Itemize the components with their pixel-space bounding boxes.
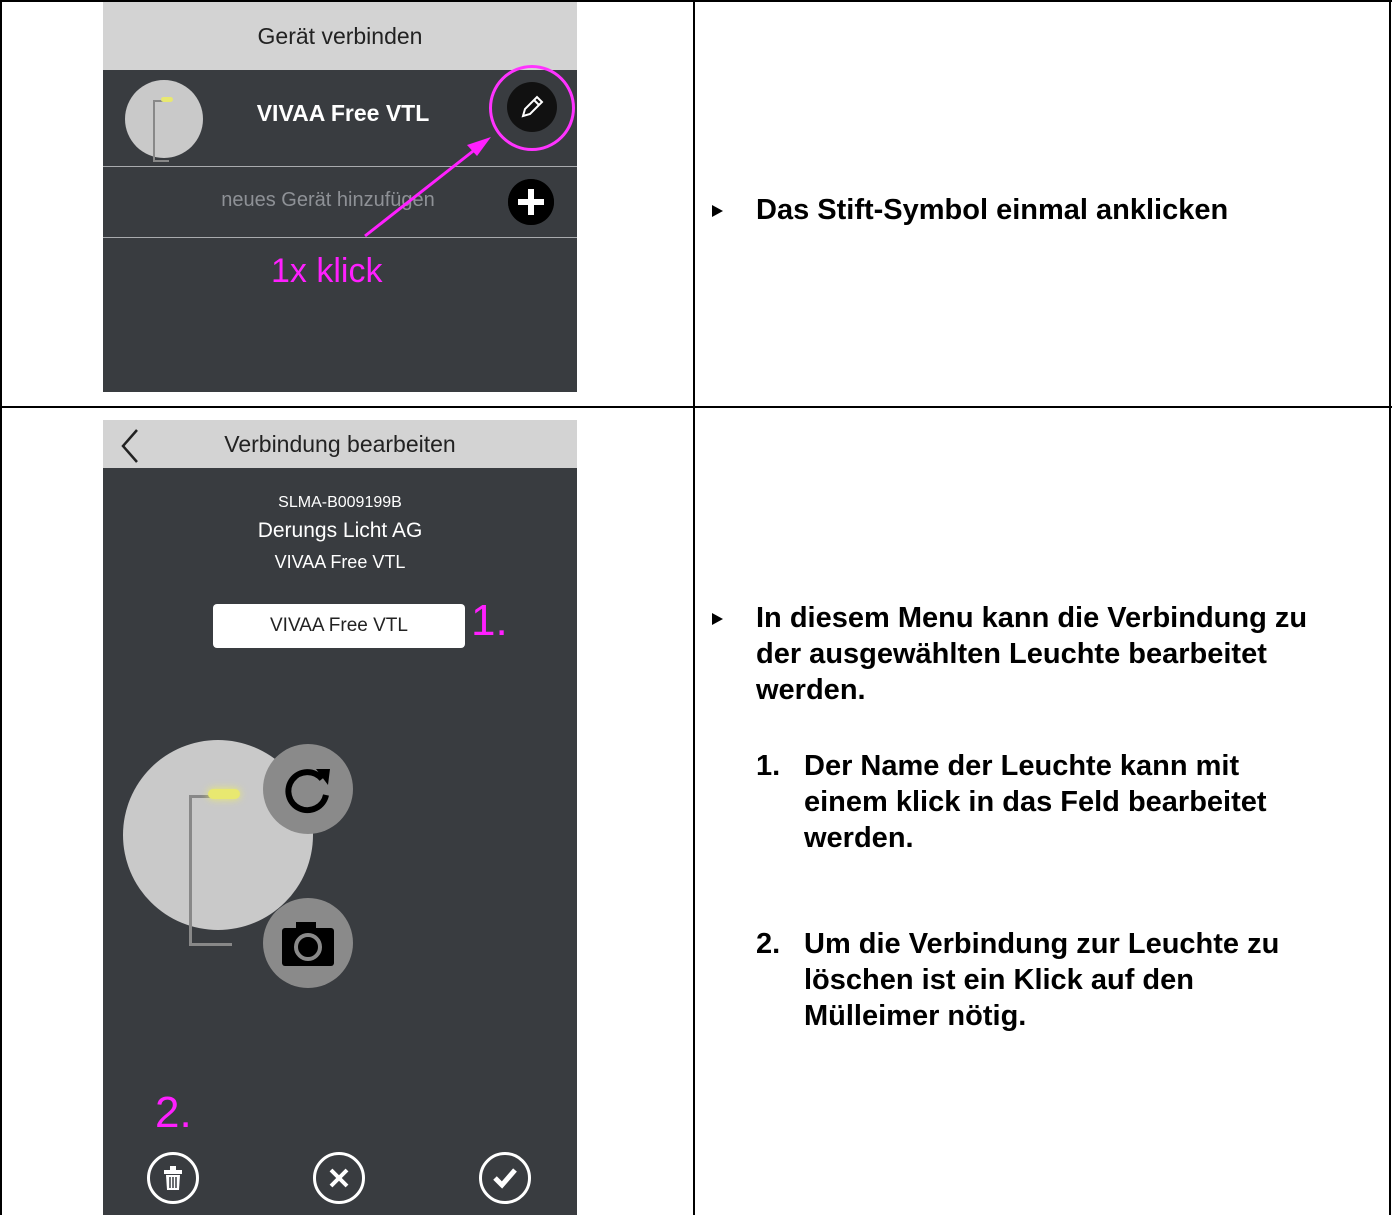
step2-intro: In diesem Menu kann die Verbindung zu de… [756, 602, 1308, 706]
camera-button[interactable] [263, 898, 353, 988]
refresh-button[interactable] [263, 744, 353, 834]
bullet-marker-2 [712, 613, 723, 625]
check-icon [493, 1168, 517, 1189]
annotation-arrow [364, 137, 491, 238]
annotation-step-1: 1. [471, 596, 508, 645]
delete-button[interactable] [147, 1152, 199, 1204]
table-border-middle [693, 0, 695, 1215]
table-border-left [0, 0, 2, 1215]
device-model: VIVAA Free VTL [274, 552, 406, 572]
refresh-icon [285, 769, 330, 814]
back-chevron-icon[interactable] [115, 426, 145, 466]
screen-connect-device: Gerät verbinden VIVAA Free VTL neues Ger… [103, 2, 577, 392]
page-title-2: Verbindung bearbeiten [103, 420, 577, 468]
confirm-button[interactable] [479, 1152, 531, 1204]
step2-item-1: 1. Der Name der Leuchte kann mit einem k… [756, 750, 1267, 854]
cancel-button[interactable] [313, 1152, 365, 1204]
instruction-table: Gerät verbinden VIVAA Free VTL neues Ger… [0, 0, 1392, 1215]
device-name-field[interactable]: VIVAA Free VTL [213, 604, 465, 648]
step2-item-2: 2. Um die Verbindung zur Leuchte zu lösc… [756, 928, 1280, 1032]
lamp-icon-large [189, 789, 240, 946]
step1-text: Das Stift-Symbol einmal anklicken [756, 194, 1229, 226]
table-border-right [1389, 0, 1391, 1215]
manufacturer: Derungs Licht AG [257, 519, 423, 542]
trash-icon [164, 1166, 182, 1190]
camera-icon [282, 922, 334, 966]
edit-title: Verbindung bearbeiten [224, 431, 456, 457]
bullet-marker [712, 205, 723, 217]
device-id: SLMA-B009199B [278, 494, 402, 511]
table-border-row [0, 406, 1392, 408]
click-annotation: 1x klick [271, 252, 383, 290]
annotation-step-2: 2. [155, 1088, 192, 1137]
close-icon [329, 1168, 349, 1188]
screen-edit-connection: Verbindung bearbeiten SLMA-B009199B Deru… [103, 420, 577, 1215]
